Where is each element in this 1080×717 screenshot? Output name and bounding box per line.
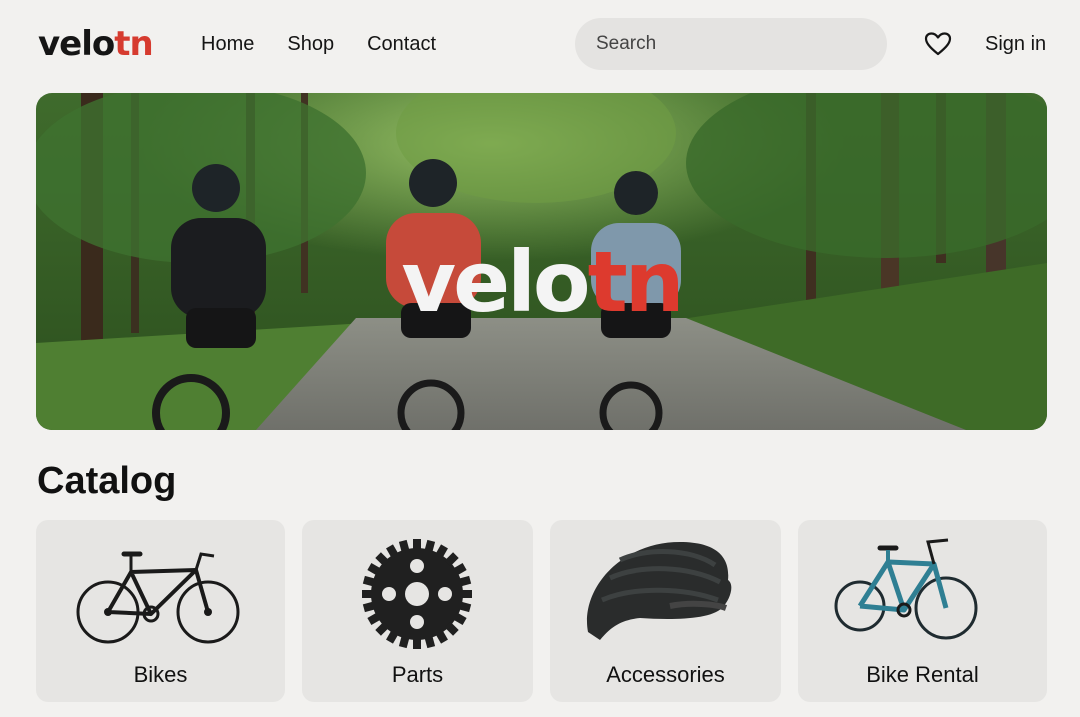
nav-home[interactable]: Home	[201, 33, 254, 56]
hero-brand-text: velotn	[36, 233, 1047, 331]
catalog-card-bike-rental[interactable]: Bike Rental	[798, 520, 1047, 702]
catalog-card-bikes[interactable]: Bikes	[36, 520, 285, 702]
hero-brand-part1: velo	[401, 233, 590, 331]
brand-logo-part2: tn	[114, 24, 153, 64]
main-nav: Home Shop Contact	[201, 33, 469, 56]
site-header: velotn Home Shop Contact Sign in	[0, 0, 1080, 92]
helmet-icon	[586, 542, 732, 640]
signin-link[interactable]: Sign in	[985, 33, 1046, 56]
nav-contact[interactable]: Contact	[367, 33, 436, 56]
catalog-card-label: Parts	[391, 662, 444, 687]
road-bike-icon	[76, 551, 240, 644]
catalog-card-label: Bike Rental	[866, 662, 979, 687]
catalog-card-parts[interactable]: Parts	[302, 520, 533, 702]
search-input[interactable]	[575, 18, 887, 70]
nav-shop[interactable]: Shop	[287, 33, 334, 56]
chainring-icon	[362, 539, 472, 649]
brand-logo[interactable]: velotn	[38, 24, 154, 64]
heart-icon[interactable]	[924, 31, 952, 57]
catalog-card-label: Accessories	[606, 662, 725, 687]
catalog-card-label: Bikes	[133, 662, 188, 687]
brand-logo-part1: velo	[38, 24, 115, 64]
city-bike-icon	[834, 538, 978, 640]
catalog-card-accessories[interactable]: Accessories	[550, 520, 781, 702]
hero-banner: velotn	[36, 93, 1047, 430]
catalog-title: Catalog	[37, 460, 177, 502]
hero-brand-part2: tn	[587, 233, 685, 331]
